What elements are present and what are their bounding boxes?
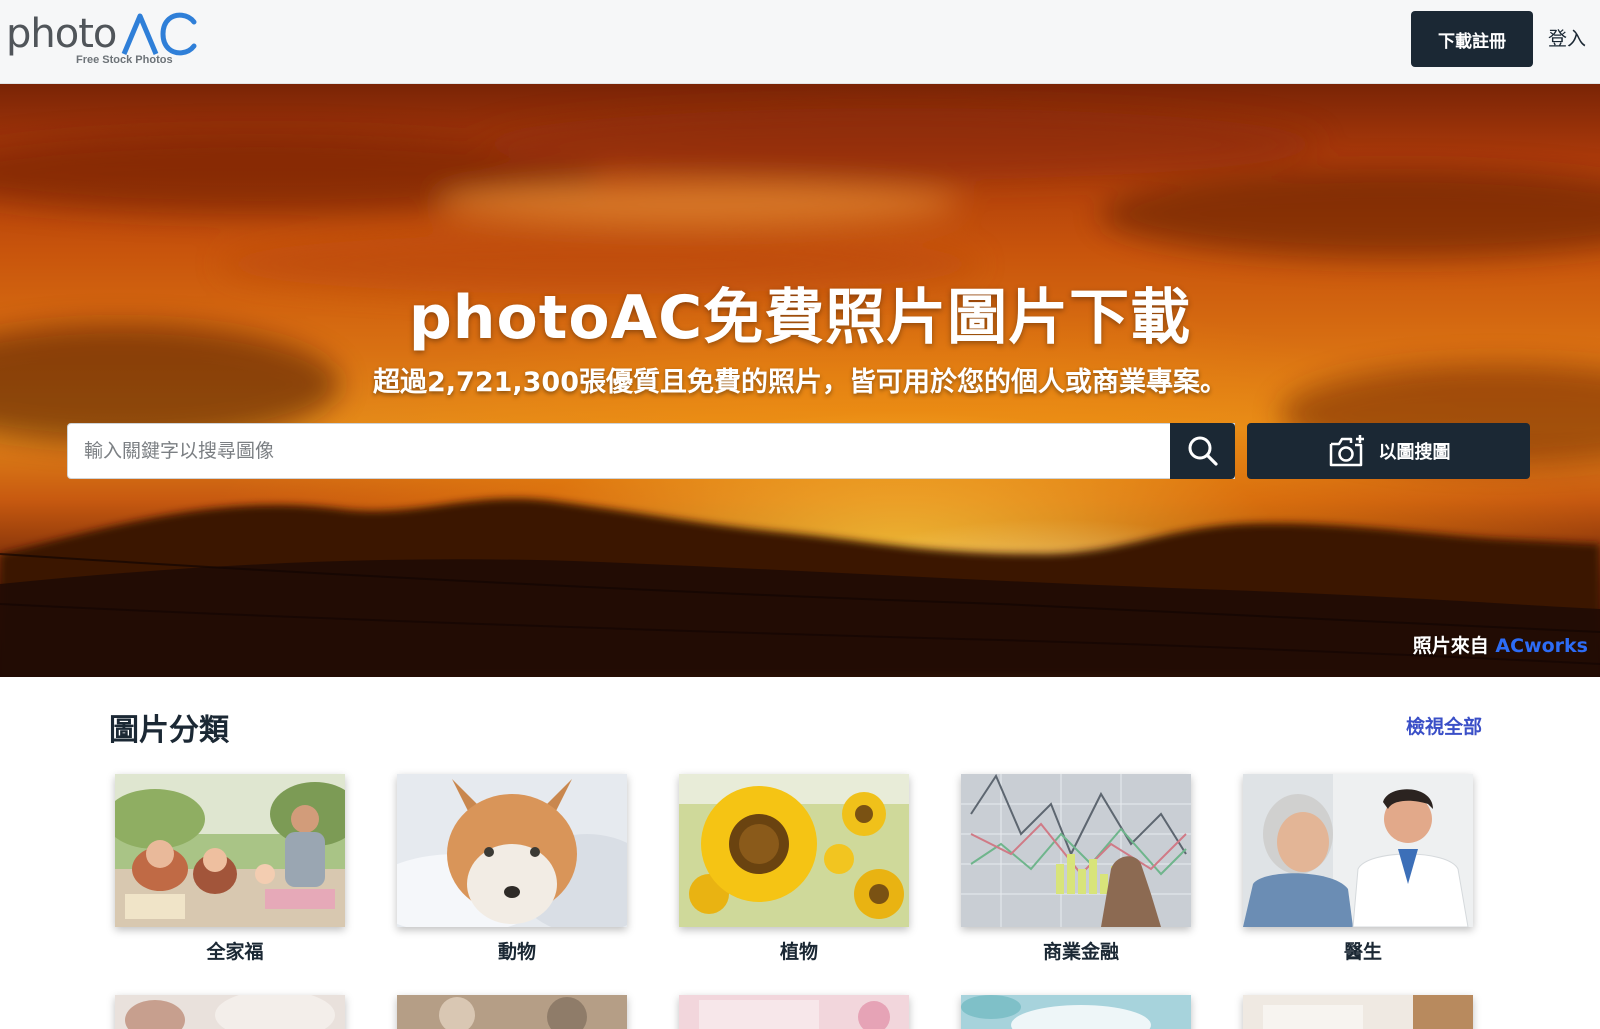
category-card-doctor[interactable]: 醫生: [1243, 774, 1473, 963]
image-search-label: 以圖搜圖: [1378, 442, 1451, 463]
photoac-logo[interactable]: photo Free Stock Photos: [6, 10, 197, 72]
hero-title: photoAC免費照片圖片下載: [408, 283, 1192, 353]
register-button[interactable]: 下載註冊: [1411, 11, 1533, 67]
search-input[interactable]: [68, 424, 1170, 478]
camera-plus-icon: [1329, 435, 1364, 467]
category-card-partial-3[interactable]: [679, 995, 909, 1029]
view-all-link[interactable]: 檢視全部: [1406, 712, 1482, 739]
family-photo: [115, 774, 345, 927]
acworks-link[interactable]: ACworks: [1495, 635, 1588, 657]
category-card-partial-1[interactable]: [115, 995, 345, 1029]
category-label: 全家福: [206, 941, 264, 963]
categories-heading: 圖片分類: [109, 713, 229, 748]
photo-credit-prefix: 照片來自: [1412, 635, 1489, 657]
hero-subtitle: 超過2,721,300張優質且免費的照片，皆可用於您的個人或商業專案。: [372, 367, 1228, 398]
search-button[interactable]: [1170, 423, 1235, 479]
category-card-partial-4[interactable]: [961, 995, 1191, 1029]
category-label: 植物: [779, 941, 818, 963]
category-card-plants[interactable]: 植物: [679, 774, 909, 963]
doctor-photo: [1243, 774, 1473, 927]
category-card-family[interactable]: 全家福: [115, 774, 345, 963]
search-icon: [1188, 436, 1218, 466]
search-bar: [67, 423, 1235, 479]
login-link[interactable]: 登入: [1548, 24, 1586, 51]
hero-banner: photoAC免費照片圖片下載 超過2,721,300張優質且免費的照片，皆可用…: [0, 84, 1600, 677]
fox-photo: [397, 774, 627, 927]
category-card-partial-5[interactable]: [1243, 995, 1473, 1029]
sunflower-photo: [679, 774, 909, 927]
photo-credit: 照片來自 ACworks: [1413, 631, 1588, 658]
finance-chart-photo: [961, 774, 1191, 927]
category-card-partial-2[interactable]: [397, 995, 627, 1029]
category-card-business-finance[interactable]: 商業金融: [961, 774, 1191, 963]
logo-wordmark: photo: [6, 11, 117, 57]
category-label: 商業金融: [1042, 941, 1119, 963]
category-label: 動物: [497, 941, 536, 963]
logo-ac-mark: [121, 12, 197, 56]
logo-tagline: Free Stock Photos: [76, 54, 173, 66]
image-search-button[interactable]: 以圖搜圖: [1247, 423, 1530, 479]
category-label: 醫生: [1343, 941, 1382, 963]
site-header: photo Free Stock Photos 下載註冊 登入: [0, 0, 1600, 84]
category-card-animals[interactable]: 動物: [397, 774, 627, 963]
